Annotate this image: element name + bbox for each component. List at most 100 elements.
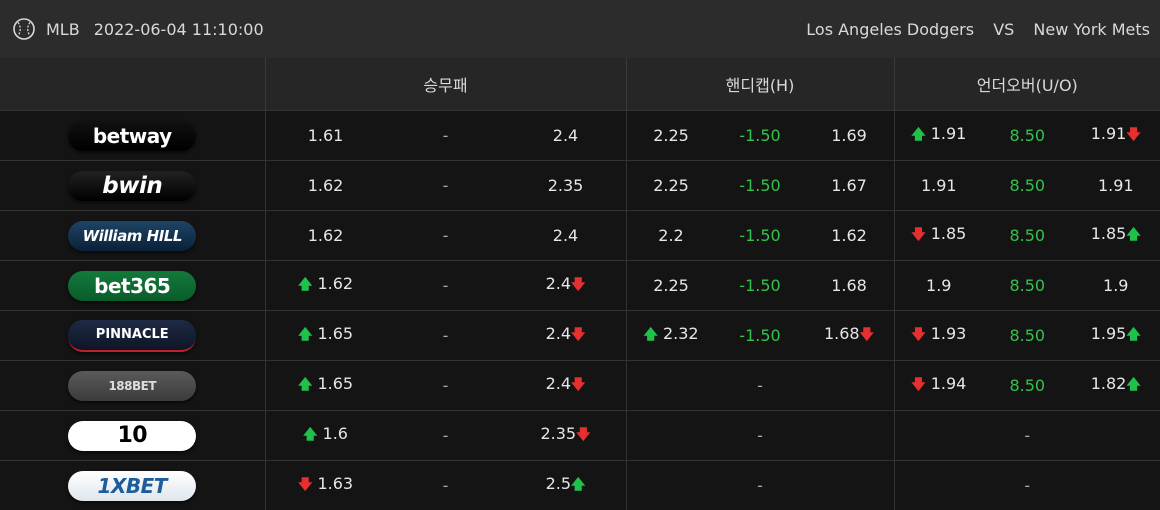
moneyline-cell: 🡅 1.65-2.4🡇 bbox=[265, 361, 626, 411]
hc-home-odds[interactable]: 2.25 bbox=[627, 176, 716, 195]
ou-over-odds[interactable]: 🡇 1.93 bbox=[895, 324, 984, 348]
odds-row: 10🡅 1.6-2.35🡇-- bbox=[0, 411, 1160, 461]
moneyline-cell: 1.62-2.35 bbox=[265, 161, 626, 211]
handicap-empty: - bbox=[626, 361, 894, 411]
ou-over-odds[interactable]: 🡅 1.91 bbox=[895, 124, 984, 148]
hc-home-odds[interactable]: 2.25 bbox=[627, 126, 716, 145]
odds-up-arrow-icon: 🡅 bbox=[1126, 377, 1140, 393]
odds-up-arrow-icon: 🡅 bbox=[298, 327, 312, 343]
bet365-logo[interactable]: bet365 bbox=[68, 271, 196, 301]
ou-under-odds[interactable]: 1.85🡅 bbox=[1072, 224, 1160, 248]
odds-down-arrow-icon: 🡇 bbox=[571, 377, 585, 393]
odds-up-arrow-icon: 🡅 bbox=[911, 127, 925, 143]
ml-away-odds[interactable]: 2.35 bbox=[506, 176, 626, 195]
ou-line: 8.50 bbox=[983, 326, 1072, 345]
ml-home-odds[interactable]: 🡅 1.6 bbox=[266, 424, 386, 448]
hc-home-odds[interactable]: 2.25 bbox=[627, 276, 716, 295]
hc-away-odds[interactable]: 1.69 bbox=[805, 126, 894, 145]
ml-home-odds[interactable]: 1.61 bbox=[266, 126, 386, 145]
hc-away-odds[interactable]: 1.68 bbox=[805, 276, 894, 295]
ou-under-odds[interactable]: 1.95🡅 bbox=[1072, 324, 1160, 348]
ml-home-odds[interactable]: 🡇 1.63 bbox=[266, 474, 386, 498]
odds-row: bwin 1.62-2.352.25-1.501.671.918.501.91 bbox=[0, 161, 1160, 211]
odds-up-arrow-icon: 🡅 bbox=[298, 377, 312, 393]
home-team: Los Angeles Dodgers bbox=[806, 20, 974, 39]
overunder-empty: - bbox=[894, 461, 1160, 510]
ml-away-odds[interactable]: 2.35🡇 bbox=[506, 424, 626, 448]
bookmaker-cell: 10 bbox=[0, 411, 265, 461]
overunder-cell: 🡇 1.948.501.82🡅 bbox=[894, 361, 1160, 411]
ou-under-odds[interactable]: 1.91 bbox=[1072, 176, 1160, 195]
handicap-column-header: 핸디캡(H) bbox=[626, 58, 894, 111]
ml-draw-odds: - bbox=[386, 426, 506, 445]
ml-home-odds[interactable]: 🡅 1.65 bbox=[266, 374, 386, 398]
betway-logo[interactable]: betway bbox=[68, 121, 196, 151]
moneyline-cell: 🡅 1.62-2.4🡇 bbox=[265, 261, 626, 311]
ml-away-odds[interactable]: 2.4🡇 bbox=[506, 274, 626, 298]
pinnacle-logo[interactable]: PINNACLE bbox=[68, 320, 196, 352]
ou-over-odds[interactable]: 🡇 1.85 bbox=[895, 224, 984, 248]
bookmaker-name: PINNACLE bbox=[96, 327, 169, 342]
bookmaker-cell: betway bbox=[0, 111, 265, 161]
ml-away-odds[interactable]: 2.4🡇 bbox=[506, 324, 626, 348]
odds-row: 1XBET🡇 1.63-2.5🡅-- bbox=[0, 461, 1160, 510]
ml-home-odds[interactable]: 1.62 bbox=[266, 226, 386, 245]
odds-down-arrow-icon: 🡇 bbox=[911, 327, 925, 343]
ou-over-odds[interactable]: 1.91 bbox=[895, 176, 984, 195]
ou-under-odds[interactable]: 1.9 bbox=[1072, 276, 1160, 295]
hc-line: -1.50 bbox=[716, 176, 805, 195]
1xbet-logo[interactable]: 1XBET bbox=[68, 471, 196, 501]
odds-table: 승무패 핸디캡(H) 언더오버(U/O) betway1.61-2.42.25-… bbox=[0, 58, 1160, 510]
moneyline-cell: 1.61-2.4 bbox=[265, 111, 626, 161]
bookmaker-cell: 188BET bbox=[0, 361, 265, 411]
ml-draw-odds: - bbox=[386, 376, 506, 395]
bookmaker-name: William HILL bbox=[83, 227, 182, 245]
10bet-logo[interactable]: 10 bbox=[68, 421, 196, 451]
odds-up-arrow-icon: 🡅 bbox=[1126, 327, 1140, 343]
hc-line: -1.50 bbox=[716, 326, 805, 345]
bookmaker-cell: William HILL bbox=[0, 211, 265, 261]
ou-under-odds[interactable]: 1.82🡅 bbox=[1072, 374, 1160, 398]
overunder-column-header: 언더오버(U/O) bbox=[894, 58, 1160, 111]
hc-line: -1.50 bbox=[716, 226, 805, 245]
bookmaker-name: betway bbox=[93, 124, 172, 148]
william-hill-logo[interactable]: William HILL bbox=[68, 221, 196, 251]
ml-away-odds[interactable]: 2.5🡅 bbox=[506, 474, 626, 498]
odds-up-arrow-icon: 🡅 bbox=[643, 327, 657, 343]
overunder-cell: 🡅 1.918.501.91🡇 bbox=[894, 111, 1160, 161]
ml-home-odds[interactable]: 🡅 1.62 bbox=[266, 274, 386, 298]
moneyline-cell: 🡇 1.63-2.5🡅 bbox=[265, 461, 626, 510]
bookmaker-name: bwin bbox=[102, 173, 162, 199]
ml-away-odds[interactable]: 2.4 bbox=[506, 226, 626, 245]
ml-home-odds[interactable]: 1.62 bbox=[266, 176, 386, 195]
moneyline-cell: 🡅 1.65-2.4🡇 bbox=[265, 311, 626, 361]
odds-row: William HILL1.62-2.42.2-1.501.62🡇 1.858.… bbox=[0, 211, 1160, 261]
hc-home-odds[interactable]: 2.2 bbox=[627, 226, 716, 245]
ou-under-odds[interactable]: 1.91🡇 bbox=[1072, 124, 1160, 148]
odds-down-arrow-icon: 🡇 bbox=[1126, 127, 1140, 143]
hc-home-odds[interactable]: 🡅 2.32 bbox=[627, 324, 716, 348]
odds-row: betway 1.61-2.42.25-1.501.69🡅 1.918.501.9… bbox=[0, 111, 1160, 161]
ou-over-odds[interactable]: 🡇 1.94 bbox=[895, 374, 984, 398]
moneyline-cell: 🡅 1.6-2.35🡇 bbox=[265, 411, 626, 461]
handicap-cell: 2.25-1.501.69 bbox=[626, 111, 894, 161]
handicap-cell: 2.25-1.501.68 bbox=[626, 261, 894, 311]
ml-away-odds[interactable]: 2.4🡇 bbox=[506, 374, 626, 398]
baseball-icon bbox=[12, 17, 36, 41]
overunder-cell: 🡇 1.938.501.95🡅 bbox=[894, 311, 1160, 361]
ou-over-odds[interactable]: 1.9 bbox=[895, 276, 984, 295]
hc-away-odds[interactable]: 1.68🡇 bbox=[805, 324, 894, 348]
away-team: New York Mets bbox=[1033, 20, 1150, 39]
hc-away-odds[interactable]: 1.62 bbox=[805, 226, 894, 245]
bookmaker-column-header bbox=[0, 58, 265, 111]
overunder-cell: 1.918.501.91 bbox=[894, 161, 1160, 211]
overunder-cell: 1.98.501.9 bbox=[894, 261, 1160, 311]
bookmaker-name: bet365 bbox=[94, 274, 170, 298]
odds-row: PINNACLE🡅 1.65-2.4🡇🡅 2.32-1.501.68🡇🡇 1.9… bbox=[0, 311, 1160, 361]
hc-away-odds[interactable]: 1.67 bbox=[805, 176, 894, 195]
bookmaker-cell: bwin bbox=[0, 161, 265, 211]
188bet-logo[interactable]: 188BET bbox=[68, 371, 196, 401]
ml-away-odds[interactable]: 2.4 bbox=[506, 126, 626, 145]
ml-home-odds[interactable]: 🡅 1.65 bbox=[266, 324, 386, 348]
bwin-logo[interactable]: bwin bbox=[68, 171, 196, 201]
